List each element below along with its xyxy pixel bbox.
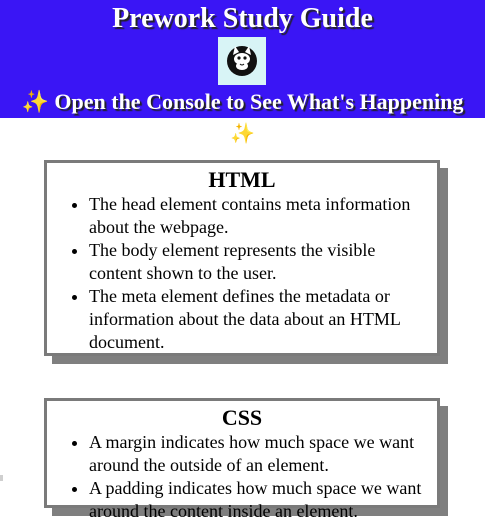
list-item: The meta element defines the metadata or… [89,285,431,354]
list-item: The head element contains meta informati… [89,193,431,239]
notes-list: A margin indicates how much space we wan… [47,431,437,523]
sparkle-icon: ✨ [21,89,49,114]
console-prompt: ✨ Open the Console to See What's Happeni… [0,88,485,116]
list-item: A margin indicates how much space we wan… [89,431,431,477]
list-item: A padding indicates how much space we wa… [89,477,431,523]
cat-icon [227,46,257,76]
list-item: The body element represents the visible … [89,239,431,285]
notes-list: The head element contains meta informati… [47,193,437,354]
css-section-card: CSS A margin indicates how much space we… [44,398,440,521]
logo [218,37,266,85]
console-prompt-text: Open the Console to See What's Happening [54,89,464,114]
section-heading: HTML [208,167,276,192]
html-section-card: HTML The head element contains meta info… [44,160,440,356]
section-heading: CSS [221,405,263,430]
scrollbar-edge [0,475,3,481]
page-title: Prework Study Guide [112,3,373,34]
page-header: Prework Study Guide ✨ Open the Console t… [0,0,485,118]
sparkle-icon-below: ✨ [230,123,255,145]
